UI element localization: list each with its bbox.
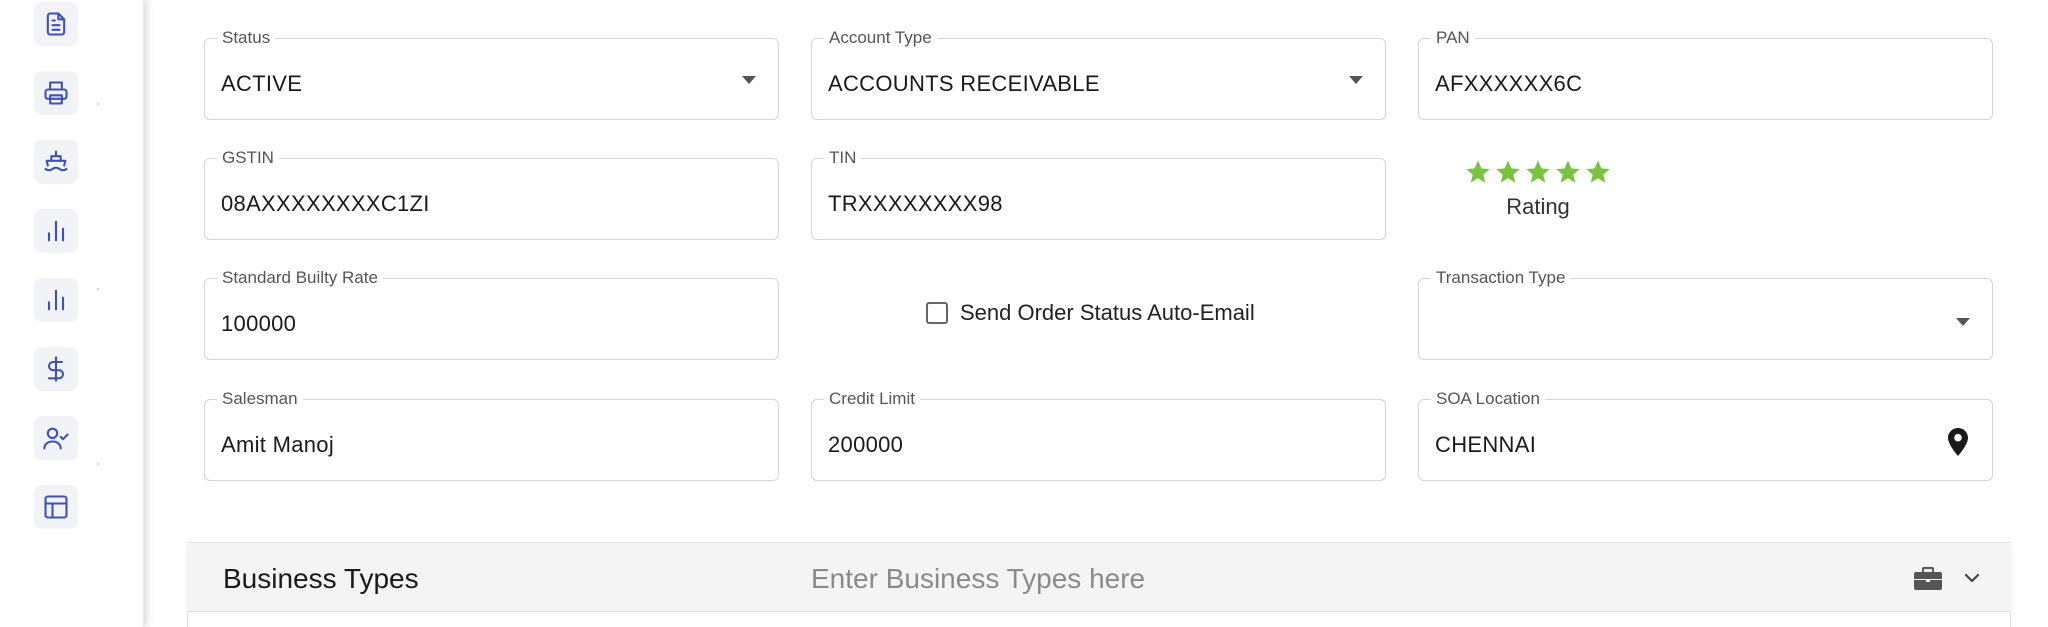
tin-label: TIN	[824, 148, 862, 168]
divider-dot	[97, 288, 99, 290]
send-auto-email-label[interactable]: Send Order Status Auto-Email	[960, 300, 1255, 326]
rating-stars[interactable]	[1458, 158, 1618, 186]
caret-down-icon[interactable]	[1349, 76, 1363, 84]
bar-chart-icon[interactable]	[34, 209, 78, 253]
ship-icon[interactable]	[34, 140, 78, 184]
sidebar	[0, 0, 144, 627]
standard-builty-rate-label: Standard Builty Rate	[217, 268, 383, 288]
pan-label: PAN	[1431, 28, 1475, 48]
account-type-value: ACCOUNTS RECEIVABLE	[828, 71, 1100, 96]
star-icon[interactable]	[1584, 158, 1612, 186]
rating-label: Rating	[1506, 194, 1570, 219]
document-icon[interactable]	[34, 2, 78, 46]
gstin-field[interactable]: GSTIN 08AXXXXXXXXC1ZI	[204, 148, 779, 240]
tin-field[interactable]: TIN TRXXXXXXXX98	[811, 148, 1386, 240]
caret-down-icon[interactable]	[742, 76, 756, 84]
pan-value[interactable]: AFXXXXXX6C	[1435, 71, 1582, 97]
salesman-value[interactable]: Amit Manoj	[221, 432, 334, 458]
divider-dot	[97, 463, 99, 465]
business-types-panel[interactable]: Business Types Enter Business Types here	[187, 542, 2011, 612]
account-type-label: Account Type	[824, 28, 937, 48]
user-check-icon[interactable]	[34, 416, 78, 460]
salesman-field[interactable]: Salesman Amit Manoj	[204, 389, 779, 481]
star-icon[interactable]	[1494, 158, 1522, 186]
star-icon[interactable]	[1464, 158, 1492, 186]
location-pin-icon[interactable]	[1946, 427, 1970, 457]
status-select[interactable]: Status ACTIVE	[204, 28, 779, 120]
status-value: ACTIVE	[221, 71, 303, 96]
transaction-type-select[interactable]: Transaction Type	[1418, 268, 1993, 360]
send-auto-email-toggle[interactable]: Send Order Status Auto-Email	[926, 300, 1255, 326]
layout-icon[interactable]	[34, 485, 78, 529]
soa-location-field[interactable]: SOA Location CHENNAI	[1418, 389, 1993, 481]
rating-widget: Rating	[1458, 158, 1618, 220]
star-icon[interactable]	[1524, 158, 1552, 186]
business-types-input[interactable]: Enter Business Types here	[811, 563, 1145, 595]
business-types-content	[187, 612, 2011, 627]
credit-limit-field[interactable]: Credit Limit 200000	[811, 389, 1386, 481]
gstin-value[interactable]: 08AXXXXXXXXC1ZI	[221, 191, 430, 217]
tin-value[interactable]: TRXXXXXXXX98	[828, 191, 1003, 217]
soa-location-value[interactable]: CHENNAI	[1435, 432, 1536, 458]
send-auto-email-checkbox[interactable]	[926, 302, 948, 324]
star-icon[interactable]	[1554, 158, 1582, 186]
status-label: Status	[217, 28, 276, 48]
business-types-title: Business Types	[223, 563, 419, 594]
dollar-icon[interactable]	[34, 347, 78, 391]
salesman-label: Salesman	[217, 389, 303, 409]
soa-location-label: SOA Location	[1431, 389, 1545, 409]
credit-limit-value[interactable]: 200000	[828, 432, 903, 458]
chevron-down-icon[interactable]	[1961, 567, 1983, 589]
gstin-label: GSTIN	[217, 148, 279, 168]
printer-icon[interactable]	[34, 71, 78, 115]
credit-limit-label: Credit Limit	[824, 389, 920, 409]
transaction-type-label: Transaction Type	[1431, 268, 1571, 288]
pan-field[interactable]: PAN AFXXXXXX6C	[1418, 28, 1993, 120]
standard-builty-rate-value[interactable]: 100000	[221, 311, 296, 337]
account-type-select[interactable]: Account Type ACCOUNTS RECEIVABLE	[811, 28, 1386, 120]
divider-dot	[97, 103, 99, 105]
bar-chart-icon[interactable]	[34, 278, 78, 322]
standard-builty-rate-field[interactable]: Standard Builty Rate 100000	[204, 268, 779, 360]
briefcase-icon	[1914, 567, 1942, 590]
caret-down-icon[interactable]	[1956, 318, 1970, 326]
